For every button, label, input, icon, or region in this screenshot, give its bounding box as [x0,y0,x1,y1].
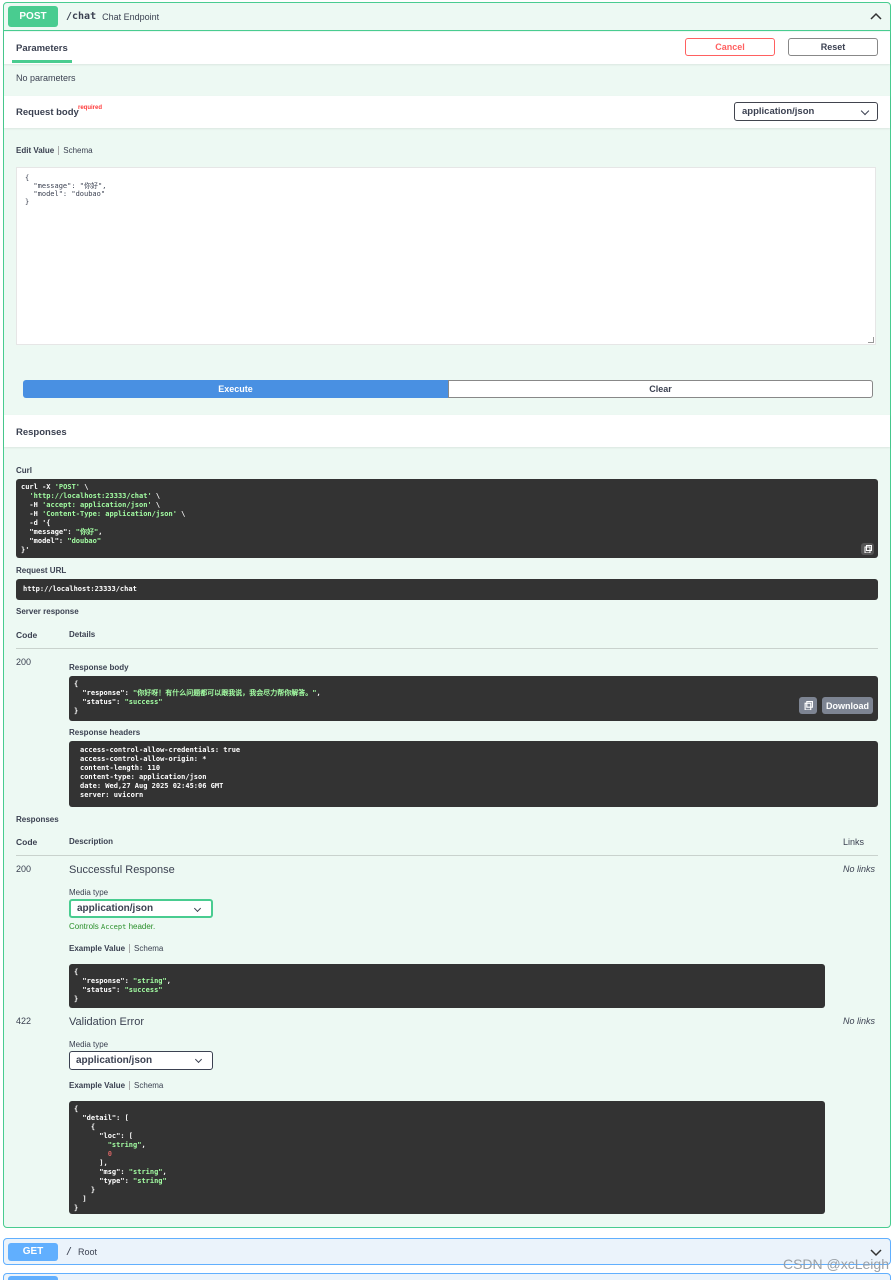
method-badge [8,1276,58,1280]
op-summary-text: Root [78,1246,98,1257]
request-url-text: http://localhost:23333/chat [23,585,137,593]
example-tabs-422: Example Value Schema [69,1081,163,1091]
tab-separator [58,146,60,156]
tab-schema[interactable]: Schema [134,944,163,953]
response-200-description: Successful Response [69,864,175,876]
execute-button[interactable]: Execute [23,380,448,398]
controls-suffix: header. [128,922,156,931]
divider [16,648,878,649]
controls-code: Accept [101,923,127,931]
resize-handle[interactable] [868,337,874,343]
response-headers-label: Response headers [69,728,141,737]
response-code: 200 [16,657,32,667]
method-badge-post: POST [8,6,58,27]
op-path: /chat [66,11,97,22]
tab-schema[interactable]: Schema [134,1081,163,1090]
tab-example-value[interactable]: Example Value [69,944,125,953]
response-200-links: No links [843,864,876,874]
controls-accept-note: Controls Accept header. [69,922,155,931]
content-type-value: application/json [742,106,815,117]
example-text-422: { "detail": [ { "loc": [ "string", 0 ], … [74,1105,167,1212]
response-422-description: Validation Error [69,1016,144,1028]
op-summary[interactable]: POST /chat Chat Endpoint [4,3,890,31]
request-body-text[interactable]: { "message": "你好", "model": "doubao" } [17,168,875,212]
post-chat-opblock: POST /chat Chat Endpoint Parameters Canc… [3,2,891,1228]
response-body-text: { "response": "你好呀！有什么问题都可以跟我说，我会尽力帮你解答。… [74,680,321,715]
request-url-block: http://localhost:23333/chat [16,579,878,600]
responses-title: Responses [16,427,67,438]
parameters-header: Parameters Cancel Reset [4,32,890,64]
description-header: Description [69,837,114,846]
content-type-select[interactable]: application/json [734,102,878,121]
clear-button[interactable]: Clear [448,380,873,398]
watermark: CSDN @xcLeigh [782,1256,889,1272]
example-tabs-200: Example Value Schema [69,944,163,954]
media-type-value: application/json [77,903,154,914]
next-opblock[interactable] [3,1273,891,1280]
tab-parameters[interactable]: Parameters [16,43,68,54]
links-header: Links [843,837,865,847]
responses-label: Responses [16,815,59,824]
responses-header: Responses [4,415,890,447]
media-type-select-200[interactable]: application/json [69,899,213,918]
tab-separator [129,1081,131,1091]
code-header: Code [16,630,38,640]
request-url-label: Request URL [16,566,67,575]
response-headers-block: access-control-allow-credentials: true a… [69,741,878,807]
copy-icon[interactable] [799,697,817,714]
request-body-header: Request body required application/json [4,96,890,128]
tab-example-value[interactable]: Example Value [69,1081,125,1090]
download-button[interactable]: Download [822,697,873,714]
tab-schema[interactable]: Schema [63,146,92,155]
response-body-block: { "response": "你好呀！有什么问题都可以跟我说，我会尽力帮你解答。… [69,676,878,721]
request-body-editor[interactable]: { "message": "你好", "model": "doubao" } [16,167,876,345]
details-header: Details [69,630,96,639]
op-summary-text: Chat Endpoint [102,11,160,22]
cancel-button[interactable]: Cancel [685,38,775,56]
request-body-title: Request body [16,107,79,118]
response-headers-text: access-control-allow-credentials: true a… [80,746,241,799]
media-type-label: Media type [69,888,109,897]
media-type-label: Media type [69,1040,109,1049]
response-200-code: 200 [16,864,32,874]
tab-separator [129,944,131,954]
op-path: / [66,1246,73,1257]
copy-icon[interactable] [861,543,874,555]
chevron-down-icon [194,1055,203,1064]
example-block-422: { "detail": [ { "loc": [ "string", 0 ], … [69,1101,825,1214]
example-block-200: { "response": "string", "status": "succe… [69,964,825,1008]
method-badge-get: GET [8,1242,58,1261]
media-type-select-422[interactable]: application/json [69,1051,213,1070]
response-422-links: No links [843,1016,876,1026]
get-root-opblock[interactable]: GET / Root [3,1238,891,1265]
request-body-tabs: Edit Value Schema [16,146,93,156]
divider [16,855,878,856]
response-body-label: Response body [69,663,129,672]
chevron-down-icon [193,904,202,913]
reset-button[interactable]: Reset [788,38,878,56]
required-badge: required [78,105,103,111]
curl-label: Curl [16,466,32,475]
response-422-code: 422 [16,1016,32,1026]
media-type-value: application/json [76,1055,153,1066]
server-response-label: Server response [16,607,79,616]
tab-edit-value[interactable]: Edit Value [16,146,54,155]
chevron-up-icon[interactable] [870,11,882,23]
curl-text: curl -X 'POST' \ 'http://localhost:23333… [21,483,186,554]
controls-prefix: Controls [69,922,99,931]
curl-code-block: curl -X 'POST' \ 'http://localhost:23333… [16,479,878,558]
code-header: Code [16,837,38,847]
no-parameters-text: No parameters [16,73,76,83]
tab-underline [12,60,72,63]
chevron-down-icon [860,106,870,116]
example-text-200: { "response": "string", "status": "succe… [74,968,171,1003]
